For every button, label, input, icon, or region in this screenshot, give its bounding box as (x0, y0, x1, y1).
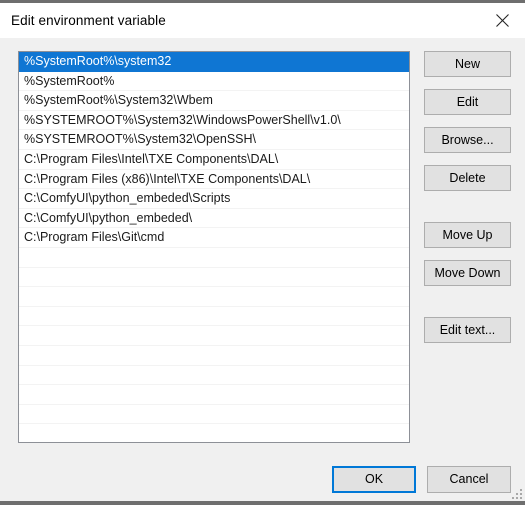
list-item-empty[interactable] (19, 385, 409, 405)
list-item-empty[interactable] (19, 326, 409, 346)
list-item[interactable]: %SystemRoot%\system32 (19, 52, 409, 72)
side-button-group: New Edit Browse... Delete Move Up Move Down Ed… (424, 51, 511, 343)
list-item[interactable]: C:\ComfyUI\python_embeded\Scripts (19, 189, 409, 209)
ok-button[interactable]: OK (332, 466, 416, 493)
close-button[interactable] (479, 4, 525, 38)
cancel-button[interactable]: Cancel (427, 466, 511, 493)
move-down-button[interactable]: Move Down (424, 260, 511, 286)
resize-grip-icon[interactable] (509, 486, 522, 499)
list-item-empty[interactable] (19, 424, 409, 442)
list-item-empty[interactable] (19, 346, 409, 366)
path-list: %SystemRoot%\system32 %SystemRoot% %System… (19, 52, 409, 442)
dialog-body: %SystemRoot%\system32 %SystemRoot% %System… (0, 38, 525, 501)
delete-button[interactable]: Delete (424, 165, 511, 191)
list-item-empty[interactable] (19, 248, 409, 268)
list-item[interactable]: C:\Program Files\Git\cmd (19, 228, 409, 248)
browse-button[interactable]: Browse... (424, 127, 511, 153)
edit-button[interactable]: Edit (424, 89, 511, 115)
list-item[interactable]: %SystemRoot% (19, 72, 409, 92)
list-item[interactable]: C:\Program Files\Intel\TXE Components\DA… (19, 150, 409, 170)
list-item-empty[interactable] (19, 268, 409, 288)
path-listbox[interactable]: %SystemRoot%\system32 %SystemRoot% %System… (18, 51, 410, 443)
list-item[interactable]: %SystemRoot%\System32\Wbem (19, 91, 409, 111)
edit-environment-variable-dialog: Edit environment variable %SystemRoot%\s… (0, 0, 525, 505)
window-title: Edit environment variable (11, 13, 166, 28)
list-item[interactable]: %SYSTEMROOT%\System32\OpenSSH\ (19, 130, 409, 150)
move-up-button[interactable]: Move Up (424, 222, 511, 248)
title-bar: Edit environment variable (0, 3, 525, 38)
list-item-empty[interactable] (19, 307, 409, 327)
list-item[interactable]: C:\Program Files (x86)\Intel\TXE Compone… (19, 170, 409, 190)
list-item-empty[interactable] (19, 287, 409, 307)
new-button[interactable]: New (424, 51, 511, 77)
list-item-empty[interactable] (19, 405, 409, 425)
edit-text-button[interactable]: Edit text... (424, 317, 511, 343)
list-item-empty[interactable] (19, 366, 409, 386)
close-icon (495, 14, 509, 27)
list-item[interactable]: C:\ComfyUI\python_embeded\ (19, 209, 409, 229)
list-item[interactable]: %SYSTEMROOT%\System32\WindowsPowerShell\… (19, 111, 409, 131)
dialog-action-buttons: OK Cancel (332, 466, 511, 493)
